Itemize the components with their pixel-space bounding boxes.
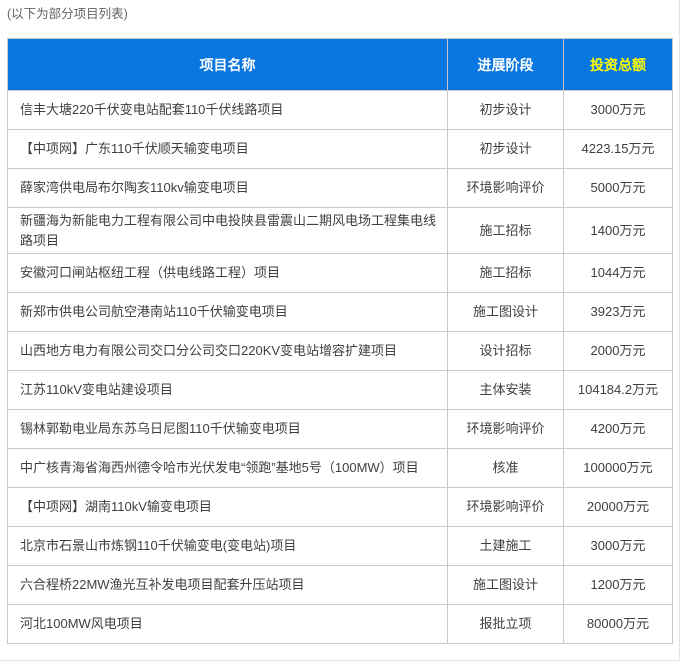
cell-project-name: 【中项网】湖南110kV输变电项目 <box>8 488 448 527</box>
table-row: 【中项网】湖南110kV输变电项目 环境影响评价 20000万元 <box>8 488 673 527</box>
cell-project-name: 中广核青海省海西州德令哈市光伏发电“领跑”基地5号（100MW）项目 <box>8 449 448 488</box>
cell-project-name: 锡林郭勒电业局东苏乌日尼图110千伏输变电项目 <box>8 410 448 449</box>
table-row: 新疆海为新能电力工程有限公司中电投陕县雷震山二期风电场工程集电线路项目 施工招标… <box>8 208 673 254</box>
cell-stage: 主体安装 <box>448 371 564 410</box>
cell-amount: 100000万元 <box>564 449 673 488</box>
column-header-investment: 投资总额 <box>564 39 673 91</box>
cell-amount: 20000万元 <box>564 488 673 527</box>
column-header-project-name: 项目名称 <box>8 39 448 91</box>
cell-stage: 施工招标 <box>448 254 564 293</box>
cell-amount: 3923万元 <box>564 293 673 332</box>
cell-project-name: 北京市石景山市炼钢110千伏输变电(变电站)项目 <box>8 527 448 566</box>
table-row: 山西地方电力有限公司交口分公司交口220KV变电站增容扩建项目 设计招标 200… <box>8 332 673 371</box>
cell-amount: 3000万元 <box>564 527 673 566</box>
cell-stage: 环境影响评价 <box>448 410 564 449</box>
cell-project-name: 新疆海为新能电力工程有限公司中电投陕县雷震山二期风电场工程集电线路项目 <box>8 208 448 254</box>
cell-project-name: 河北100MW风电项目 <box>8 605 448 644</box>
cell-amount: 1400万元 <box>564 208 673 254</box>
table-body: 信丰大塘220千伏变电站配套110千伏线路项目 初步设计 3000万元 【中项网… <box>8 91 673 644</box>
cell-amount: 5000万元 <box>564 169 673 208</box>
cell-stage: 施工图设计 <box>448 566 564 605</box>
cell-amount: 4200万元 <box>564 410 673 449</box>
cell-stage: 土建施工 <box>448 527 564 566</box>
cell-stage: 施工图设计 <box>448 293 564 332</box>
cell-amount: 1044万元 <box>564 254 673 293</box>
table-row: 信丰大塘220千伏变电站配套110千伏线路项目 初步设计 3000万元 <box>8 91 673 130</box>
table-row: 河北100MW风电项目 报批立项 80000万元 <box>8 605 673 644</box>
table-row: 薛家湾供电局布尔陶亥110kv输变电项目 环境影响评价 5000万元 <box>8 169 673 208</box>
cell-stage: 设计招标 <box>448 332 564 371</box>
header-row: 项目名称 进展阶段 投资总额 <box>8 39 673 91</box>
cell-project-name: 信丰大塘220千伏变电站配套110千伏线路项目 <box>8 91 448 130</box>
cell-project-name: 薛家湾供电局布尔陶亥110kv输变电项目 <box>8 169 448 208</box>
cell-stage: 初步设计 <box>448 130 564 169</box>
cell-stage: 施工招标 <box>448 208 564 254</box>
cell-amount: 4223.15万元 <box>564 130 673 169</box>
cell-project-name: 新郑市供电公司航空港南站110千伏输变电项目 <box>8 293 448 332</box>
cell-project-name: 【中项网】广东110千伏顺天输变电项目 <box>8 130 448 169</box>
cell-amount: 2000万元 <box>564 332 673 371</box>
cell-stage: 初步设计 <box>448 91 564 130</box>
cell-stage: 核准 <box>448 449 564 488</box>
table-caption: (以下为部分项目列表) <box>7 4 128 24</box>
cell-project-name: 山西地方电力有限公司交口分公司交口220KV变电站增容扩建项目 <box>8 332 448 371</box>
project-table: 项目名称 进展阶段 投资总额 信丰大塘220千伏变电站配套110千伏线路项目 初… <box>7 38 673 644</box>
table-row: 六合程桥22MW渔光互补发电项目配套升压站项目 施工图设计 1200万元 <box>8 566 673 605</box>
cell-project-name: 安徽河口闸站枢纽工程（供电线路工程）项目 <box>8 254 448 293</box>
table-header: 项目名称 进展阶段 投资总额 <box>8 39 673 91</box>
table-row: 江苏110kV变电站建设项目 主体安装 104184.2万元 <box>8 371 673 410</box>
cell-amount: 1200万元 <box>564 566 673 605</box>
table-row: 安徽河口闸站枢纽工程（供电线路工程）项目 施工招标 1044万元 <box>8 254 673 293</box>
cell-amount: 80000万元 <box>564 605 673 644</box>
table-row: 新郑市供电公司航空港南站110千伏输变电项目 施工图设计 3923万元 <box>8 293 673 332</box>
cell-stage: 环境影响评价 <box>448 169 564 208</box>
cell-project-name: 江苏110kV变电站建设项目 <box>8 371 448 410</box>
cell-amount: 3000万元 <box>564 91 673 130</box>
cell-project-name: 六合程桥22MW渔光互补发电项目配套升压站项目 <box>8 566 448 605</box>
column-header-stage: 进展阶段 <box>448 39 564 91</box>
table-row: 锡林郭勒电业局东苏乌日尼图110千伏输变电项目 环境影响评价 4200万元 <box>8 410 673 449</box>
table-row: 中广核青海省海西州德令哈市光伏发电“领跑”基地5号（100MW）项目 核准 10… <box>8 449 673 488</box>
cell-stage: 报批立项 <box>448 605 564 644</box>
cell-stage: 环境影响评价 <box>448 488 564 527</box>
page: (以下为部分项目列表) 项目名称 进展阶段 投资总额 信丰大塘220千伏变电站配… <box>0 0 680 661</box>
table-row: 【中项网】广东110千伏顺天输变电项目 初步设计 4223.15万元 <box>8 130 673 169</box>
cell-amount: 104184.2万元 <box>564 371 673 410</box>
table-row: 北京市石景山市炼钢110千伏输变电(变电站)项目 土建施工 3000万元 <box>8 527 673 566</box>
